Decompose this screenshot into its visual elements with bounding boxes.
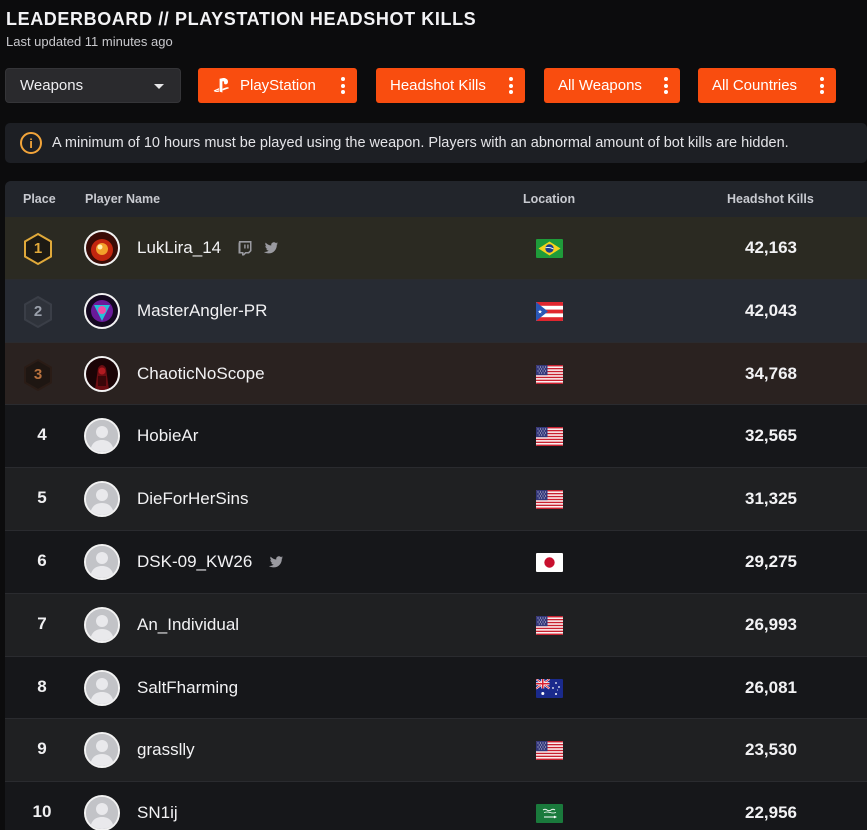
place-number: 9 — [37, 739, 47, 759]
table-row[interactable]: 1 LukLira_14 42,163 — [5, 217, 867, 280]
more-options-icon — [341, 77, 345, 94]
page-title: LEADERBOARD // PLAYSTATION HEADSHOT KILL… — [6, 9, 477, 29]
column-header-player[interactable]: Player Name — [85, 192, 160, 206]
headshot-kills-value: 22,956 — [745, 803, 797, 823]
place-number: 7 — [37, 613, 47, 633]
player-name-link[interactable]: MasterAngler-PR — [137, 301, 267, 321]
avatar[interactable] — [84, 606, 120, 643]
headshot-kills-value: 26,081 — [745, 677, 797, 697]
player-name-link[interactable]: DieForHerSins — [137, 489, 248, 509]
column-header-place[interactable]: Place — [23, 192, 56, 206]
headshot-kills-value: 26,993 — [745, 614, 797, 634]
country-filter-button[interactable]: All Countries — [698, 68, 836, 103]
table-header: Place Player Name Location Headshot Kill… — [5, 181, 867, 217]
platform-filter-button[interactable]: PlayStation — [198, 68, 357, 103]
filter-bar: Weapons PlayStation Headshot Kills All W… — [5, 68, 865, 103]
place-number: 6 — [37, 550, 47, 570]
japan-flag — [536, 552, 563, 572]
place-number: 1 — [33, 240, 43, 257]
headshot-kills-value: 34,768 — [745, 363, 797, 383]
headshot-kills-value: 42,043 — [745, 300, 797, 320]
player-name-link[interactable]: DSK-09_KW26 — [137, 552, 252, 572]
saudi-arabia-flag — [536, 804, 563, 824]
table-row[interactable]: 8 SaltFharming 26,081 — [5, 656, 867, 720]
social-links — [268, 554, 284, 570]
table-row[interactable]: 9 grasslly 23,530 — [5, 719, 867, 783]
avatar[interactable] — [84, 481, 120, 518]
avatar[interactable] — [84, 230, 120, 266]
more-options-icon — [820, 77, 824, 94]
usa-flag — [536, 490, 563, 510]
table-body: 1 LukLira_14 42,163 2 MasterAngler-PR 42,043 3… — [5, 217, 867, 830]
headshot-kills-value: 42,163 — [745, 238, 797, 257]
place-number: 10 — [32, 802, 52, 822]
table-row[interactable]: 7 An_Individual 26,993 — [5, 593, 867, 657]
twitch-icon[interactable] — [237, 240, 253, 256]
rank-badge: 2 — [21, 295, 55, 329]
brazil-flag — [536, 239, 563, 258]
notice-text: A minimum of 10 hours must be played usi… — [52, 135, 789, 151]
category-select-value: Weapons — [20, 77, 84, 94]
last-updated: Last updated 11 minutes ago — [6, 34, 173, 49]
more-options-icon — [509, 77, 513, 94]
avatar[interactable] — [84, 418, 120, 455]
table-row[interactable]: 5 DieForHerSins 31,325 — [5, 468, 867, 531]
australia-flag — [536, 678, 563, 698]
place-number: 2 — [33, 302, 43, 320]
usa-flag — [536, 741, 563, 761]
platform-filter-label: PlayStation — [240, 77, 316, 94]
leaderboard-table: Place Player Name Location Headshot Kill… — [5, 181, 867, 830]
place-number: 3 — [33, 365, 43, 383]
avatar[interactable] — [84, 795, 120, 830]
headshot-kills-value: 29,275 — [745, 551, 797, 571]
table-row[interactable]: 3 ChaoticNoScope 34,768 — [5, 342, 867, 406]
playstation-icon — [213, 77, 229, 93]
player-name-link[interactable]: SN1ij — [137, 803, 178, 823]
usa-flag — [536, 364, 563, 384]
weapon-filter-button[interactable]: All Weapons — [544, 68, 680, 103]
avatar[interactable] — [84, 669, 120, 706]
usa-flag — [536, 615, 563, 635]
puerto-rico-flag — [536, 301, 563, 321]
headshot-kills-value: 31,325 — [745, 489, 797, 509]
headshot-kills-value: 23,530 — [745, 740, 797, 760]
twitter-icon[interactable] — [263, 240, 279, 256]
rank-badge: 1 — [21, 232, 55, 266]
place-number: 5 — [37, 488, 47, 508]
stat-filter-label: Headshot Kills — [390, 77, 486, 94]
place-number: 4 — [37, 425, 47, 445]
country-filter-label: All Countries — [712, 77, 798, 94]
stat-filter-button[interactable]: Headshot Kills — [376, 68, 525, 103]
player-name-link[interactable]: ChaoticNoScope — [137, 364, 265, 384]
avatar[interactable] — [84, 355, 120, 392]
player-name-link[interactable]: LukLira_14 — [137, 238, 221, 258]
rank-badge: 3 — [21, 358, 55, 392]
column-header-location[interactable]: Location — [523, 192, 575, 206]
usa-flag — [536, 427, 563, 447]
column-header-kills[interactable]: Headshot Kills — [727, 192, 814, 206]
twitter-icon[interactable] — [268, 554, 284, 570]
avatar[interactable] — [84, 292, 120, 329]
info-icon: i — [20, 132, 42, 154]
weapon-filter-label: All Weapons — [558, 77, 642, 94]
player-name-link[interactable]: grasslly — [137, 740, 195, 760]
table-row[interactable]: 6 DSK-09_KW26 29,275 — [5, 530, 867, 594]
table-row[interactable]: 10 SN1ij 22,956 — [5, 782, 867, 830]
table-row[interactable]: 4 HobieAr 32,565 — [5, 405, 867, 469]
table-row[interactable]: 2 MasterAngler-PR 42,043 — [5, 279, 867, 343]
avatar[interactable] — [84, 543, 120, 580]
player-name-link[interactable]: SaltFharming — [137, 678, 238, 698]
player-name-link[interactable]: An_Individual — [137, 615, 239, 635]
chevron-down-icon — [154, 84, 164, 89]
more-options-icon — [664, 77, 668, 94]
info-notice: i A minimum of 10 hours must be played u… — [5, 123, 867, 163]
avatar[interactable] — [84, 732, 120, 769]
place-number: 8 — [37, 676, 47, 696]
headshot-kills-value: 32,565 — [745, 426, 797, 446]
social-links — [237, 240, 279, 256]
category-select[interactable]: Weapons — [5, 68, 181, 103]
player-name-link[interactable]: HobieAr — [137, 426, 198, 446]
